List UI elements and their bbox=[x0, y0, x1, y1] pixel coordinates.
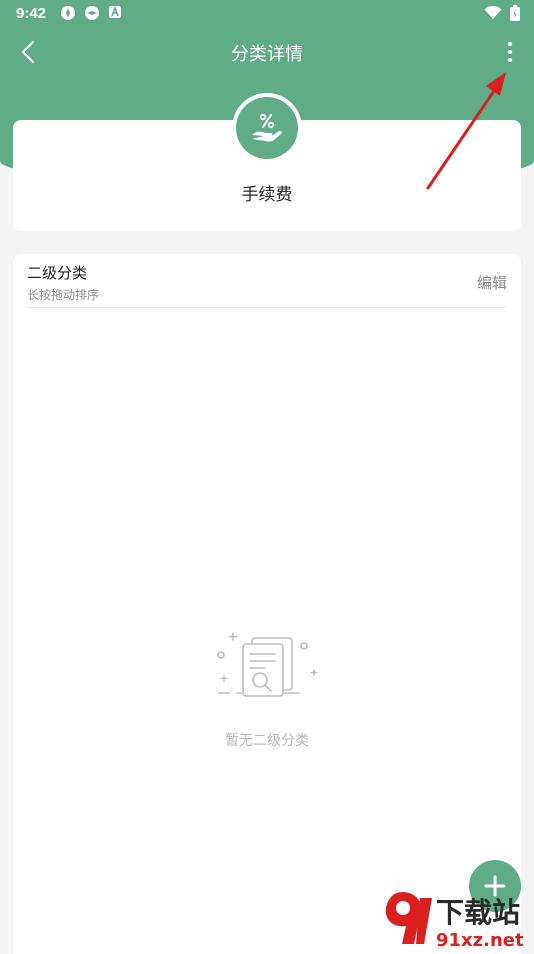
subcategory-card: 二级分类 长按拖动排序 编辑 暂无二级分类 bbox=[13, 254, 521, 954]
notification-app-icon bbox=[85, 6, 99, 20]
notification-icons bbox=[60, 5, 122, 21]
divider bbox=[27, 307, 507, 308]
category-icon-ring bbox=[232, 93, 302, 163]
wifi-icon bbox=[484, 6, 502, 19]
watermark-url-text: 91xz.net bbox=[436, 930, 524, 950]
annotation-arrow bbox=[426, 72, 506, 190]
edit-button[interactable]: 编辑 bbox=[477, 272, 507, 293]
category-icon-circle bbox=[236, 97, 298, 159]
status-time: 9:42 bbox=[16, 5, 47, 22]
watermark-logo: 下载站 91xz.net bbox=[385, 892, 524, 950]
empty-documents-icon bbox=[217, 632, 318, 697]
notification-a-icon bbox=[109, 5, 121, 18]
empty-state-text: 暂无二级分类 bbox=[225, 733, 309, 749]
subcategory-title: 二级分类 bbox=[27, 264, 88, 282]
notification-app-icon bbox=[61, 6, 75, 20]
system-icons bbox=[484, 5, 520, 21]
watermark-main-text: 下载站 bbox=[436, 896, 520, 929]
status-bar: 9:42 bbox=[0, 0, 534, 28]
hand-percent-icon bbox=[252, 113, 282, 142]
subcategory-sort-hint: 长按拖动排序 bbox=[27, 288, 100, 302]
battery-icon bbox=[510, 5, 520, 21]
